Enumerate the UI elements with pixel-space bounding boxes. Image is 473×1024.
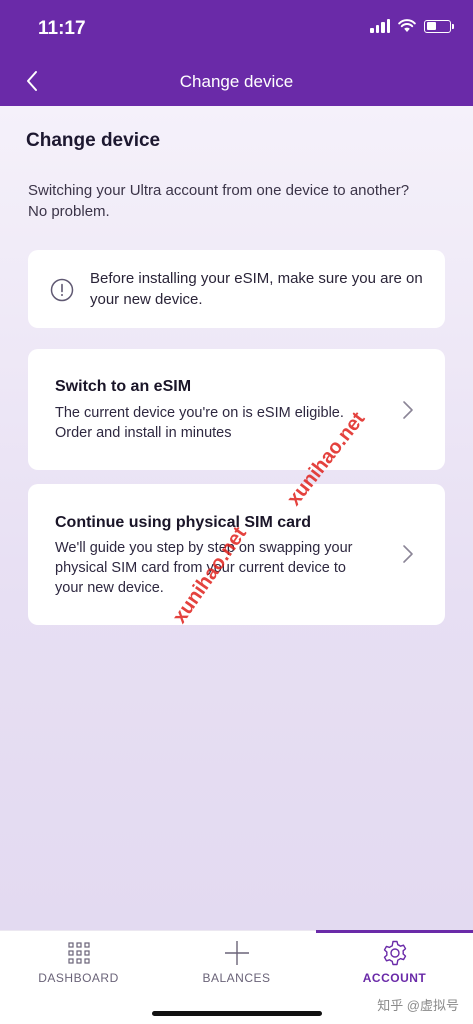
- gear-icon: [383, 940, 406, 966]
- plus-icon: [224, 941, 249, 965]
- nav-title: Change device: [179, 72, 294, 91]
- corner-watermark: 知乎 @虚拟号: [377, 998, 459, 1013]
- status-icons: [370, 19, 454, 33]
- option-description: The current device you're on is eSIM eli…: [55, 405, 344, 441]
- tab-label: BALANCES: [202, 971, 271, 985]
- option-title: Continue using physical SIM card: [55, 514, 312, 531]
- chevron-right-icon: [403, 545, 413, 563]
- notice-text: Before installing your eSIM, make sure y…: [90, 270, 423, 308]
- tab-label: DASHBOARD: [38, 971, 119, 985]
- tab-label: ACCOUNT: [362, 971, 427, 985]
- nav-bar: Change device: [0, 56, 473, 106]
- main-content: Change device Switching your Ultra accou…: [0, 106, 473, 930]
- info-icon: [50, 278, 74, 302]
- page-title: Change device: [26, 130, 161, 151]
- grid-icon: [67, 942, 90, 964]
- switch-to-esim-card[interactable]: Switch to an eSIM The current device you…: [28, 349, 445, 470]
- chevron-right-icon: [403, 401, 413, 419]
- option-title: Switch to an eSIM: [55, 378, 192, 395]
- intro-text: Switching your Ultra account from one de…: [28, 182, 410, 220]
- tab-bar: DASHBOARD BALANCES ACCOUNT 知乎 @虚拟号: [0, 930, 473, 1024]
- tab-dashboard[interactable]: DASHBOARD: [0, 931, 157, 1001]
- home-indicator: [152, 1011, 322, 1016]
- signal-icon: [370, 19, 390, 33]
- battery-icon: [424, 19, 454, 33]
- notice-card: Before installing your eSIM, make sure y…: [28, 250, 445, 328]
- wifi-icon: [398, 19, 416, 32]
- status-time: 11:17: [38, 18, 86, 39]
- tab-account[interactable]: ACCOUNT: [316, 931, 473, 1001]
- status-bar: 11:17: [0, 0, 473, 56]
- tab-balances[interactable]: BALANCES: [158, 931, 315, 1001]
